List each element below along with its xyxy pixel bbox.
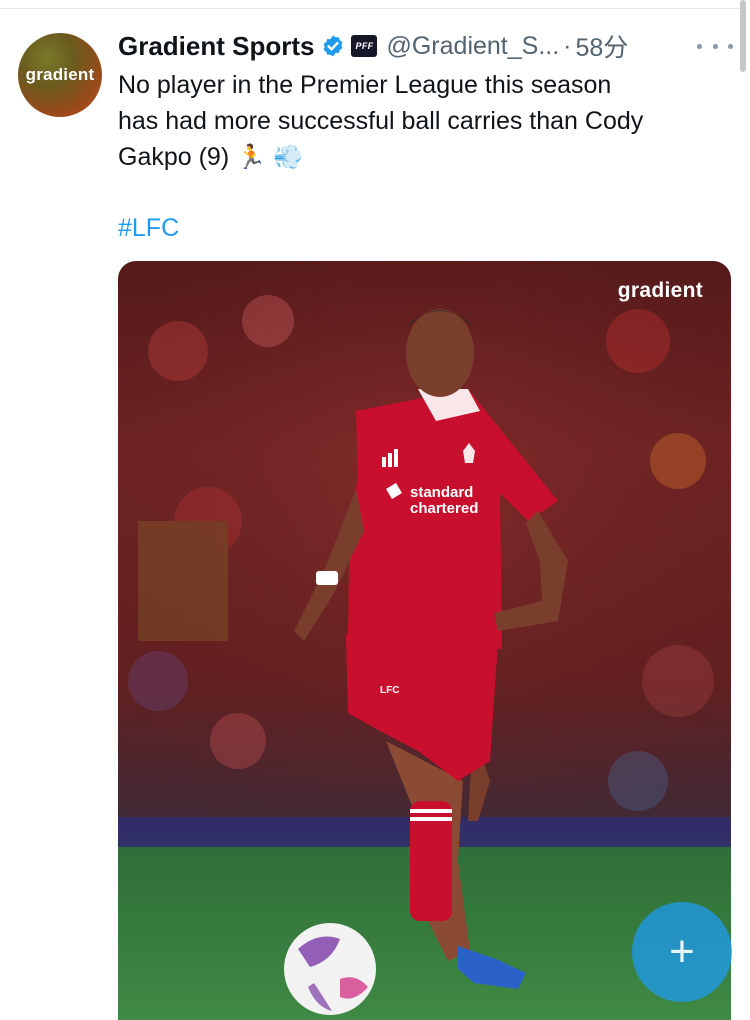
more-horizontal-icon[interactable] [697, 35, 733, 57]
handle[interactable]: @Gradient_S... [386, 32, 559, 61]
tweet-text: No player in the Premier League this sea… [118, 67, 738, 176]
tweet[interactable]: gradient Gradient Sports PFF @Gradient_S… [0, 0, 750, 1020]
plus-icon: + [669, 927, 695, 976]
sponsor-text-line2: chartered [410, 500, 478, 517]
timestamp[interactable]: 58分 [576, 28, 629, 64]
verified-badge-icon [324, 35, 343, 57]
tweet-text-line3: Gakpo (9) [118, 143, 230, 171]
affiliate-badge[interactable]: PFF [351, 35, 378, 57]
tweet-header: Gradient Sports PFF @Gradient_S... · 58分 [118, 29, 628, 63]
shorts-label: LFC [380, 685, 399, 696]
sponsor-text-line1: standard [410, 484, 473, 501]
tweet-text-line: has had more successful ball carries tha… [118, 107, 644, 135]
avatar[interactable]: gradient [18, 33, 102, 117]
compose-button[interactable]: + [632, 902, 732, 1002]
separator: · [563, 31, 572, 60]
display-name[interactable]: Gradient Sports [118, 31, 314, 62]
hashtag-link[interactable]: #LFC [118, 210, 179, 246]
media-watermark: gradient [617, 279, 703, 302]
dash-emoji-icon: 💨 [272, 144, 303, 171]
affiliate-badge-text: PFF [355, 41, 374, 51]
player-photo: standard chartered LFC [118, 261, 731, 1020]
tweet-text-line: No player in the Premier League this sea… [118, 71, 612, 99]
avatar-text: gradient [25, 65, 95, 84]
runner-emoji-icon: 🏃 [236, 144, 267, 171]
tweet-media-image[interactable]: standard chartered LFC gradient [118, 261, 731, 1020]
tweet-text-line: Gakpo (9) 🏃 💨 [118, 139, 738, 176]
